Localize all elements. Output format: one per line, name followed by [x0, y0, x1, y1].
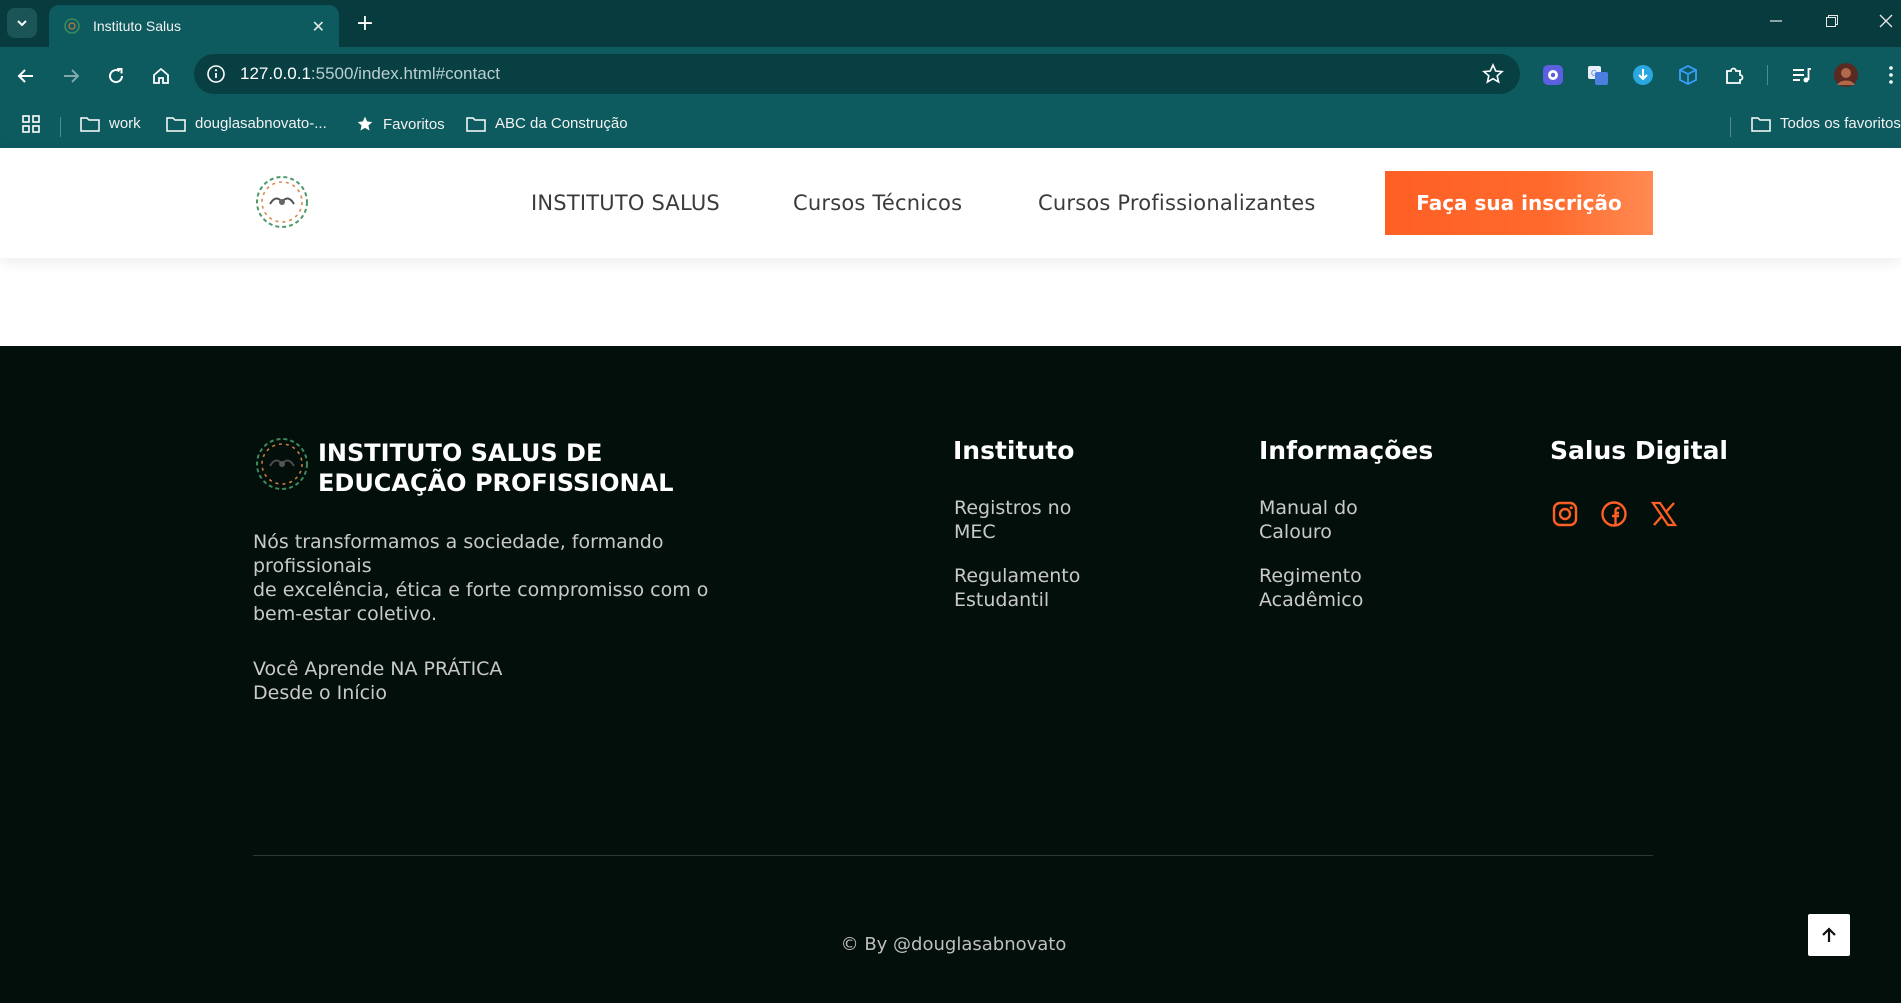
site-footer: INSTITUTO SALUS DE EDUCAÇÃO PROFISSIONAL… [0, 346, 1901, 1003]
footer-col-informacoes-title: Informações [1259, 436, 1434, 465]
translate-extension-icon[interactable]: G [1586, 63, 1610, 87]
home-icon [153, 67, 169, 84]
bookmark-favoritos[interactable]: Favoritos [356, 115, 445, 133]
minimize-button[interactable] [1761, 8, 1791, 34]
folder-icon [466, 116, 486, 132]
footer-copyright: © By @douglasabnovato [840, 934, 1067, 955]
link-regimento-academico[interactable]: Regimento Acadêmico [1259, 564, 1389, 612]
all-bookmarks[interactable]: Todos os favoritos [1751, 115, 1901, 132]
forward-button[interactable] [55, 60, 87, 92]
footer-tagline: Você Aprende NA PRÁTICA Desde o Início [253, 658, 503, 704]
bookmarks-divider-right [1730, 117, 1731, 137]
folder-icon [166, 116, 186, 132]
enroll-button[interactable]: Faça sua inscrição [1385, 171, 1653, 235]
media-controls-icon[interactable] [1789, 63, 1813, 87]
restore-button[interactable] [1817, 8, 1847, 34]
new-tab-button[interactable]: + [352, 10, 378, 36]
address-bar[interactable]: 127.0.0.1:5500/index.html#contact [194, 54, 1520, 94]
instituto-salus-logo[interactable] [252, 172, 312, 232]
tab-title: Instituto Salus [93, 18, 181, 34]
home-button[interactable] [145, 60, 177, 92]
back-button[interactable] [10, 60, 42, 92]
site-header: INSTITUTO SALUS Cursos Técnicos Cursos P… [0, 148, 1901, 258]
cube-extension-icon[interactable] [1676, 63, 1700, 87]
browser-tabstrip: Instituto Salus ✕ + [0, 0, 1901, 47]
x-icon[interactable] [1648, 498, 1680, 530]
footer-col-salus-digital-title: Salus Digital [1550, 436, 1729, 465]
arrow-up-icon [1822, 927, 1836, 942]
download-extension-icon[interactable] [1631, 63, 1655, 87]
tab-close-icon[interactable]: ✕ [312, 17, 325, 36]
bookmark-abc-construcao[interactable]: ABC da Construção [466, 115, 628, 132]
bookmark-star-icon[interactable] [1482, 63, 1504, 85]
restore-icon [1826, 15, 1838, 27]
browser-toolbar: 127.0.0.1:5500/index.html#contact G [0, 47, 1901, 105]
url-text: 127.0.0.1:5500/index.html#contact [240, 64, 500, 83]
tab-search-button[interactable] [7, 8, 37, 38]
footer-about-text: Nós transformamos a sociedade, formando … [253, 531, 709, 625]
folder-icon [80, 116, 100, 132]
profile-avatar[interactable] [1834, 63, 1858, 87]
bookmarks-bar: work douglasabnovato-... Favoritos ABC d… [0, 105, 1901, 148]
arrow-left-icon [17, 69, 33, 83]
link-registros-mec[interactable]: Registros no MEC [954, 496, 1104, 544]
back-to-top-button[interactable] [1808, 914, 1850, 956]
arrow-right-icon [64, 69, 80, 83]
extensions-puzzle-icon[interactable] [1722, 63, 1746, 87]
reload-button[interactable] [100, 60, 132, 92]
nav-instituto-salus[interactable]: INSTITUTO SALUS [531, 191, 720, 215]
site-info-icon[interactable] [204, 62, 228, 86]
facebook-icon[interactable] [1598, 498, 1630, 530]
footer-col-instituto-title: Instituto [953, 436, 1075, 465]
folder-icon [1751, 116, 1771, 132]
close-icon [1879, 14, 1893, 28]
footer-divider [253, 855, 1653, 856]
bookmarks-divider [60, 117, 61, 137]
reload-icon [109, 68, 124, 84]
link-manual-calouro[interactable]: Manual do Calouro [1259, 496, 1389, 544]
chevron-down-icon [17, 20, 27, 27]
site-favicon-icon [64, 18, 80, 34]
toolbar-divider [1767, 65, 1768, 85]
apps-grid-icon[interactable] [22, 115, 49, 133]
bookmark-work[interactable]: work [80, 115, 141, 132]
svg-text:G: G [1591, 69, 1597, 78]
extension-purple-icon[interactable] [1541, 63, 1565, 87]
footer-brand-title: INSTITUTO SALUS DE EDUCAÇÃO PROFISSIONAL [318, 439, 674, 497]
nav-cursos-profissionalizantes[interactable]: Cursos Profissionalizantes [1038, 191, 1315, 215]
minimize-icon [1770, 20, 1782, 22]
footer-logo[interactable] [252, 434, 312, 494]
link-regulamento-estudantil[interactable]: Regulamento Estudantil [954, 564, 1104, 612]
nav-cursos-tecnicos[interactable]: Cursos Técnicos [793, 191, 962, 215]
browser-menu-icon[interactable] [1879, 63, 1901, 87]
bookmark-douglasabnovato[interactable]: douglasabnovato-... [166, 115, 327, 132]
close-window-button[interactable] [1871, 8, 1901, 34]
star-icon [357, 116, 373, 131]
tab-instituto-salus[interactable]: Instituto Salus ✕ [49, 5, 339, 47]
instagram-icon[interactable] [1549, 498, 1581, 530]
